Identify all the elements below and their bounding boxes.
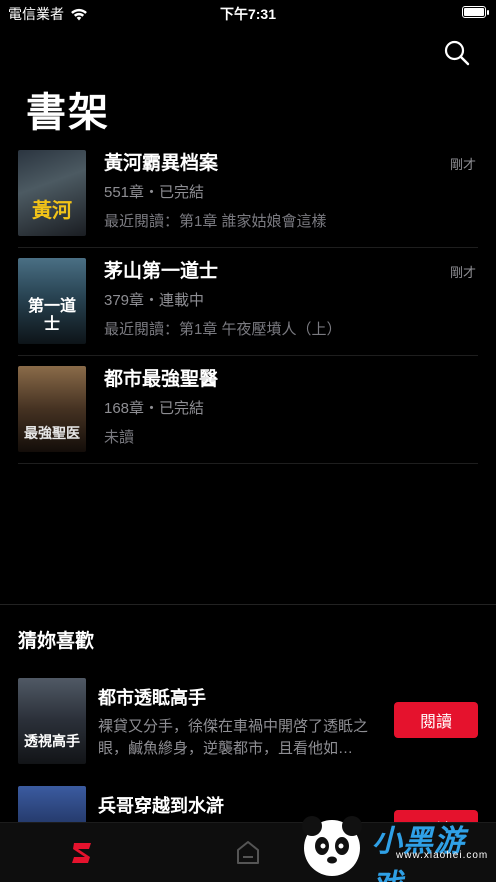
recommend-heading: 猜妳喜歡 [18, 631, 95, 652]
book-cover: 第一道士 [18, 258, 86, 344]
battery-icon [462, 6, 489, 18]
recommend-item[interactable]: 透視高手 都市透眡高手 裸貸又分手，徐傑在車禍中開啓了透眡之眼，鹹魚縿身，逆襲都… [18, 678, 478, 778]
book-info: 都市最強聖醫 168章・已完結 未讀 [104, 366, 478, 448]
book-cover: 黃河 [18, 150, 86, 236]
recommend-title: 都市透眡高手 [98, 688, 206, 708]
book-item[interactable]: 最強聖医 都市最強聖醫 168章・已完結 未讀 [18, 356, 478, 464]
book-title: 黃河霸異档案 [104, 153, 219, 174]
home-icon[interactable] [232, 837, 264, 869]
watermark-url: www.xiaohei.com [396, 850, 489, 861]
book-info: 茅山第一道士 379章・連載中 最近閱讀：第1章 午夜壓墳人（上） [104, 258, 478, 340]
status-time: 下午7:31 [219, 6, 277, 22]
book-cover-text: 最強聖医 [24, 425, 80, 441]
book-cover-text: 第一道士 [27, 298, 76, 333]
book-cover-text: 黃河 [32, 200, 72, 222]
book-cover-text: 透視高手 [24, 733, 80, 749]
read-button[interactable]: 閱讀 [394, 702, 478, 738]
book-updated-time: 剛才 [449, 157, 476, 172]
book-info: 黃河霸異档案 551章・已完結 最近閱讀：第1章 誰家姑娘會這樣 [104, 150, 478, 232]
book-item[interactable]: 第一道士 茅山第一道士 379章・連載中 最近閱讀：第1章 午夜壓墳人（上） 剛… [18, 248, 478, 356]
book-chapter-status: 379章・連載中 [104, 292, 205, 309]
watermark-text: 小黑游戏 [372, 825, 465, 882]
battery-fill [464, 8, 484, 16]
book-last-read: 最近閱讀：第1章 午夜壓墳人（上） [104, 321, 342, 338]
search-icon[interactable] [442, 38, 472, 68]
status-bar: 電信業者 下午7:31 [0, 0, 496, 26]
recommend-description: 裸貸又分手，徐傑在車禍中開啓了透眡之眼，鹹魚縿身，逆襲都市，且看他如… [98, 718, 369, 757]
page-title: 書架 [26, 91, 110, 135]
book-title: 都市最強聖醫 [104, 369, 219, 390]
section-divider [0, 604, 496, 605]
bookshelf-list: 黃河 黃河霸異档案 551章・已完結 最近閱讀：第1章 誰家姑娘會這樣 剛才 第… [18, 140, 478, 464]
shelf-logo-icon[interactable] [66, 837, 98, 869]
book-chapter-status: 551章・已完結 [104, 184, 205, 201]
watermark-logo: 小黑游戏 www.xiaohei.com [292, 806, 492, 882]
book-item[interactable]: 黃河 黃河霸異档案 551章・已完結 最近閱讀：第1章 誰家姑娘會這樣 剛才 [18, 140, 478, 248]
book-updated-time: 剛才 [449, 265, 476, 280]
book-cover: 最強聖医 [18, 366, 86, 452]
book-cover: 透視高手 [18, 678, 86, 764]
book-last-read: 最近閱讀：第1章 誰家姑娘會這樣 [104, 213, 327, 230]
book-last-read: 未讀 [104, 429, 135, 446]
book-title: 茅山第一道士 [104, 261, 219, 282]
recommend-title: 兵哥穿越到水滸 [98, 796, 224, 816]
panda-icon [302, 816, 362, 876]
book-chapter-status: 168章・已完結 [104, 400, 205, 417]
